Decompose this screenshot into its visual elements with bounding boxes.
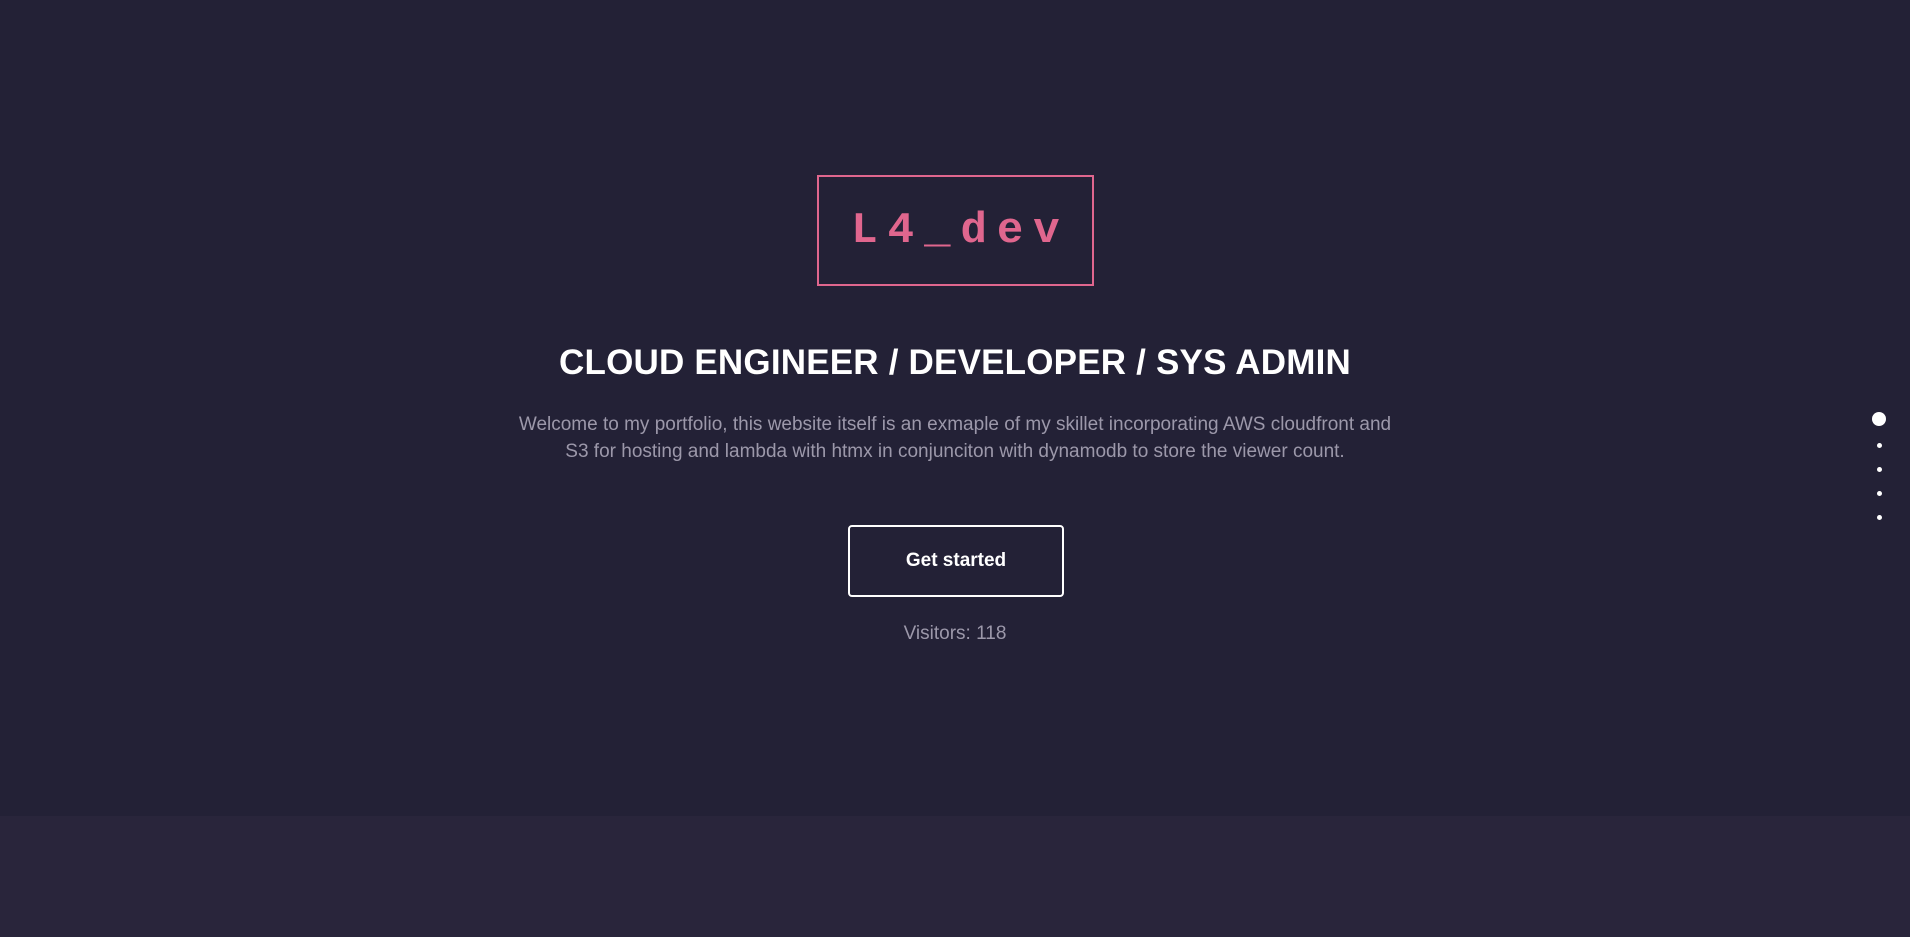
section-nav-dot-2[interactable]: [1877, 443, 1882, 448]
hero-section: L4_dev CLOUD ENGINEER / DEVELOPER / SYS …: [0, 0, 1910, 816]
section-nav-dot-4[interactable]: [1877, 491, 1882, 496]
next-section: [0, 816, 1910, 937]
intro-description: Welcome to my portfolio, this website it…: [518, 414, 1392, 462]
section-nav-dot-3[interactable]: [1877, 467, 1882, 472]
logo: L4_dev: [817, 175, 1094, 286]
section-nav-dot-1[interactable]: [1872, 412, 1886, 426]
section-nav: [1868, 412, 1890, 524]
page-title: CLOUD ENGINEER / DEVELOPER / SYS ADMIN: [559, 343, 1351, 382]
section-nav-dot-5[interactable]: [1877, 515, 1882, 520]
get-started-button[interactable]: Get started: [848, 525, 1064, 597]
logo-text: L4_dev: [851, 205, 1070, 256]
visitor-count: Visitors: 118: [903, 623, 1007, 644]
